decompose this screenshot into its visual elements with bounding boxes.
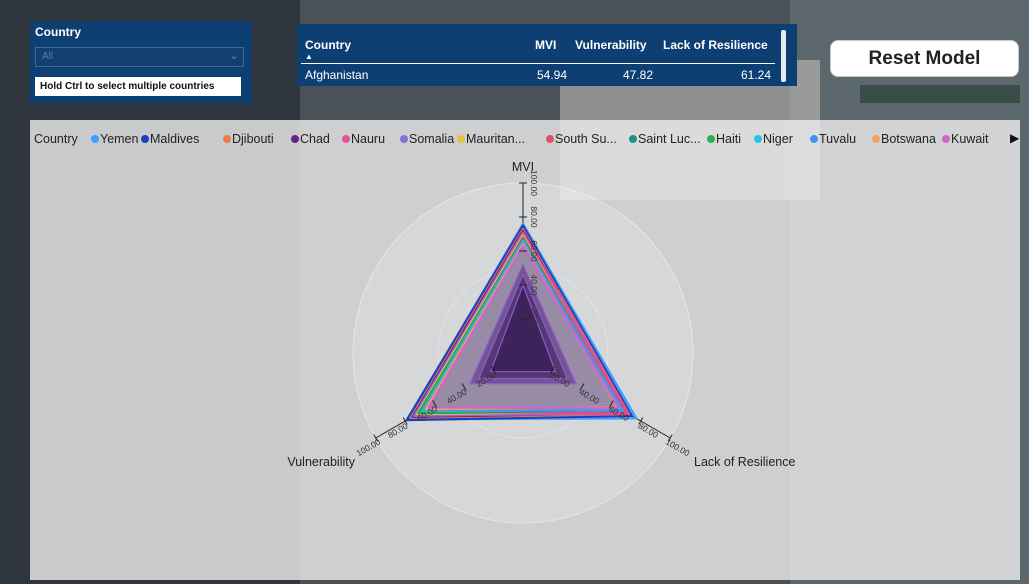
- tick-label: 60.00: [529, 240, 539, 262]
- tick-label: 100.00: [355, 436, 383, 458]
- tick-label: 80.00: [529, 206, 539, 228]
- axis-lack-of-resilience-label: Lack of Resilience: [694, 455, 795, 469]
- axis-vulnerability-label: Vulnerability: [287, 455, 355, 469]
- tick-label: 20.00: [529, 308, 539, 330]
- axis-mvi-label: MVI: [512, 160, 534, 174]
- tick-label: 40.00: [529, 274, 539, 296]
- radar-chart: 20.0020.00 20.0040.0040.00 40.0060.0060.00…: [287, 160, 795, 524]
- tick-label: 100.00: [664, 437, 692, 459]
